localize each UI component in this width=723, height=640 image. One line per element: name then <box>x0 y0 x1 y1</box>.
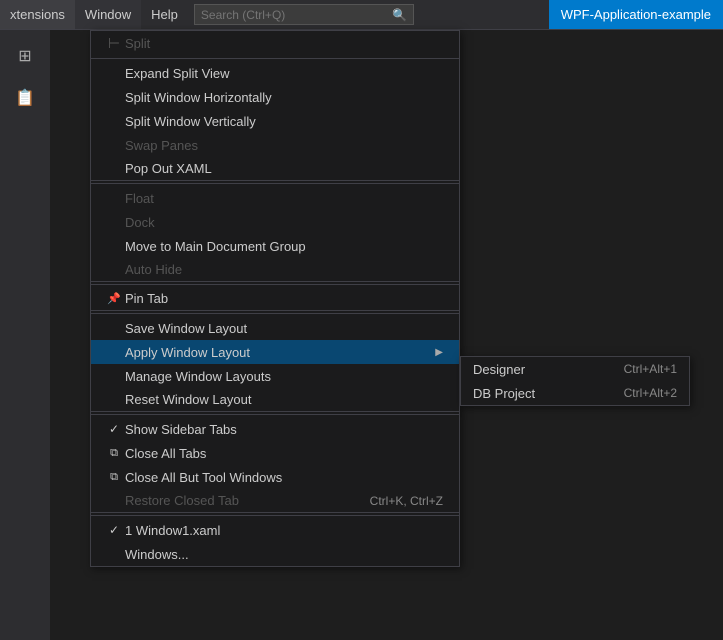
menu-item-swap-panes[interactable]: Swap Panes <box>91 133 459 157</box>
close-all-icon: ⧉ <box>103 447 125 460</box>
menu-item-auto-hide[interactable]: Auto Hide <box>91 258 459 282</box>
menu-extensions[interactable]: xtensions <box>0 0 75 29</box>
menu-item-split-horiz[interactable]: Split Window Horizontally <box>91 85 459 109</box>
window1-check-icon: ✓ <box>103 523 125 537</box>
menu-help[interactable]: Help <box>141 0 188 29</box>
separator-3 <box>91 284 459 285</box>
separator-2 <box>91 183 459 184</box>
show-sidebar-check-icon: ✓ <box>103 422 125 436</box>
menu-item-manage-layouts[interactable]: Manage Window Layouts <box>91 364 459 388</box>
menu-item-close-all-but[interactable]: ⧉ Close All But Tool Windows <box>91 465 459 489</box>
menu-item-save-layout[interactable]: Save Window Layout <box>91 316 459 340</box>
search-icon: 🔍 <box>392 8 407 22</box>
sidebar-icon-1[interactable]: ⊞ <box>7 38 43 74</box>
separator-4 <box>91 313 459 314</box>
menu-item-apply-layout[interactable]: Apply Window Layout ▶ <box>91 340 459 364</box>
window-dropdown-menu: ⊢ Split Expand Split View Split Window H… <box>90 30 460 567</box>
menu-item-split[interactable]: ⊢ Split <box>91 31 459 56</box>
menu-item-pin-tab[interactable]: 📌 Pin Tab <box>91 287 459 311</box>
menu-item-float[interactable]: Float <box>91 186 459 210</box>
apply-layout-submenu: Designer Ctrl+Alt+1 DB Project Ctrl+Alt+… <box>460 356 690 406</box>
submenu-item-db-project[interactable]: DB Project Ctrl+Alt+2 <box>461 381 689 405</box>
menu-window[interactable]: Window <box>75 0 141 29</box>
submenu-item-designer[interactable]: Designer Ctrl+Alt+1 <box>461 357 689 381</box>
separator-5 <box>91 414 459 415</box>
menu-item-move-main[interactable]: Move to Main Document Group <box>91 234 459 258</box>
menu-item-show-sidebar[interactable]: ✓ Show Sidebar Tabs <box>91 417 459 441</box>
menu-item-split-vert[interactable]: Split Window Vertically <box>91 109 459 133</box>
sidebar-icon-2[interactable]: 📋 <box>7 80 43 116</box>
separator-1 <box>91 58 459 59</box>
menu-item-dock[interactable]: Dock <box>91 210 459 234</box>
menu-item-window1[interactable]: ✓ 1 Window1.xaml <box>91 518 459 542</box>
pin-tab-icon: 📌 <box>103 292 125 305</box>
submenu-arrow-icon: ▶ <box>435 347 443 358</box>
search-input[interactable] <box>201 8 392 22</box>
menu-item-restore-closed[interactable]: Restore Closed Tab Ctrl+K, Ctrl+Z <box>91 489 459 513</box>
title-badge: WPF-Application-example <box>549 0 723 29</box>
menu-item-reset-layout[interactable]: Reset Window Layout <box>91 388 459 412</box>
close-all-but-icon: ⧉ <box>103 471 125 484</box>
search-box[interactable]: 🔍 <box>194 4 414 25</box>
menu-item-pop-out-xaml[interactable]: Pop Out XAML <box>91 157 459 181</box>
split-icon: ⊢ <box>103 35 125 52</box>
sidebar: ⊞ 📋 <box>0 30 50 640</box>
top-menu-bar: xtensions Window Help 🔍 WPF-Application-… <box>0 0 723 30</box>
menu-item-windows[interactable]: Windows... <box>91 542 459 566</box>
menu-item-expand-split[interactable]: Expand Split View <box>91 61 459 85</box>
menu-item-close-all[interactable]: ⧉ Close All Tabs <box>91 441 459 465</box>
separator-6 <box>91 515 459 516</box>
